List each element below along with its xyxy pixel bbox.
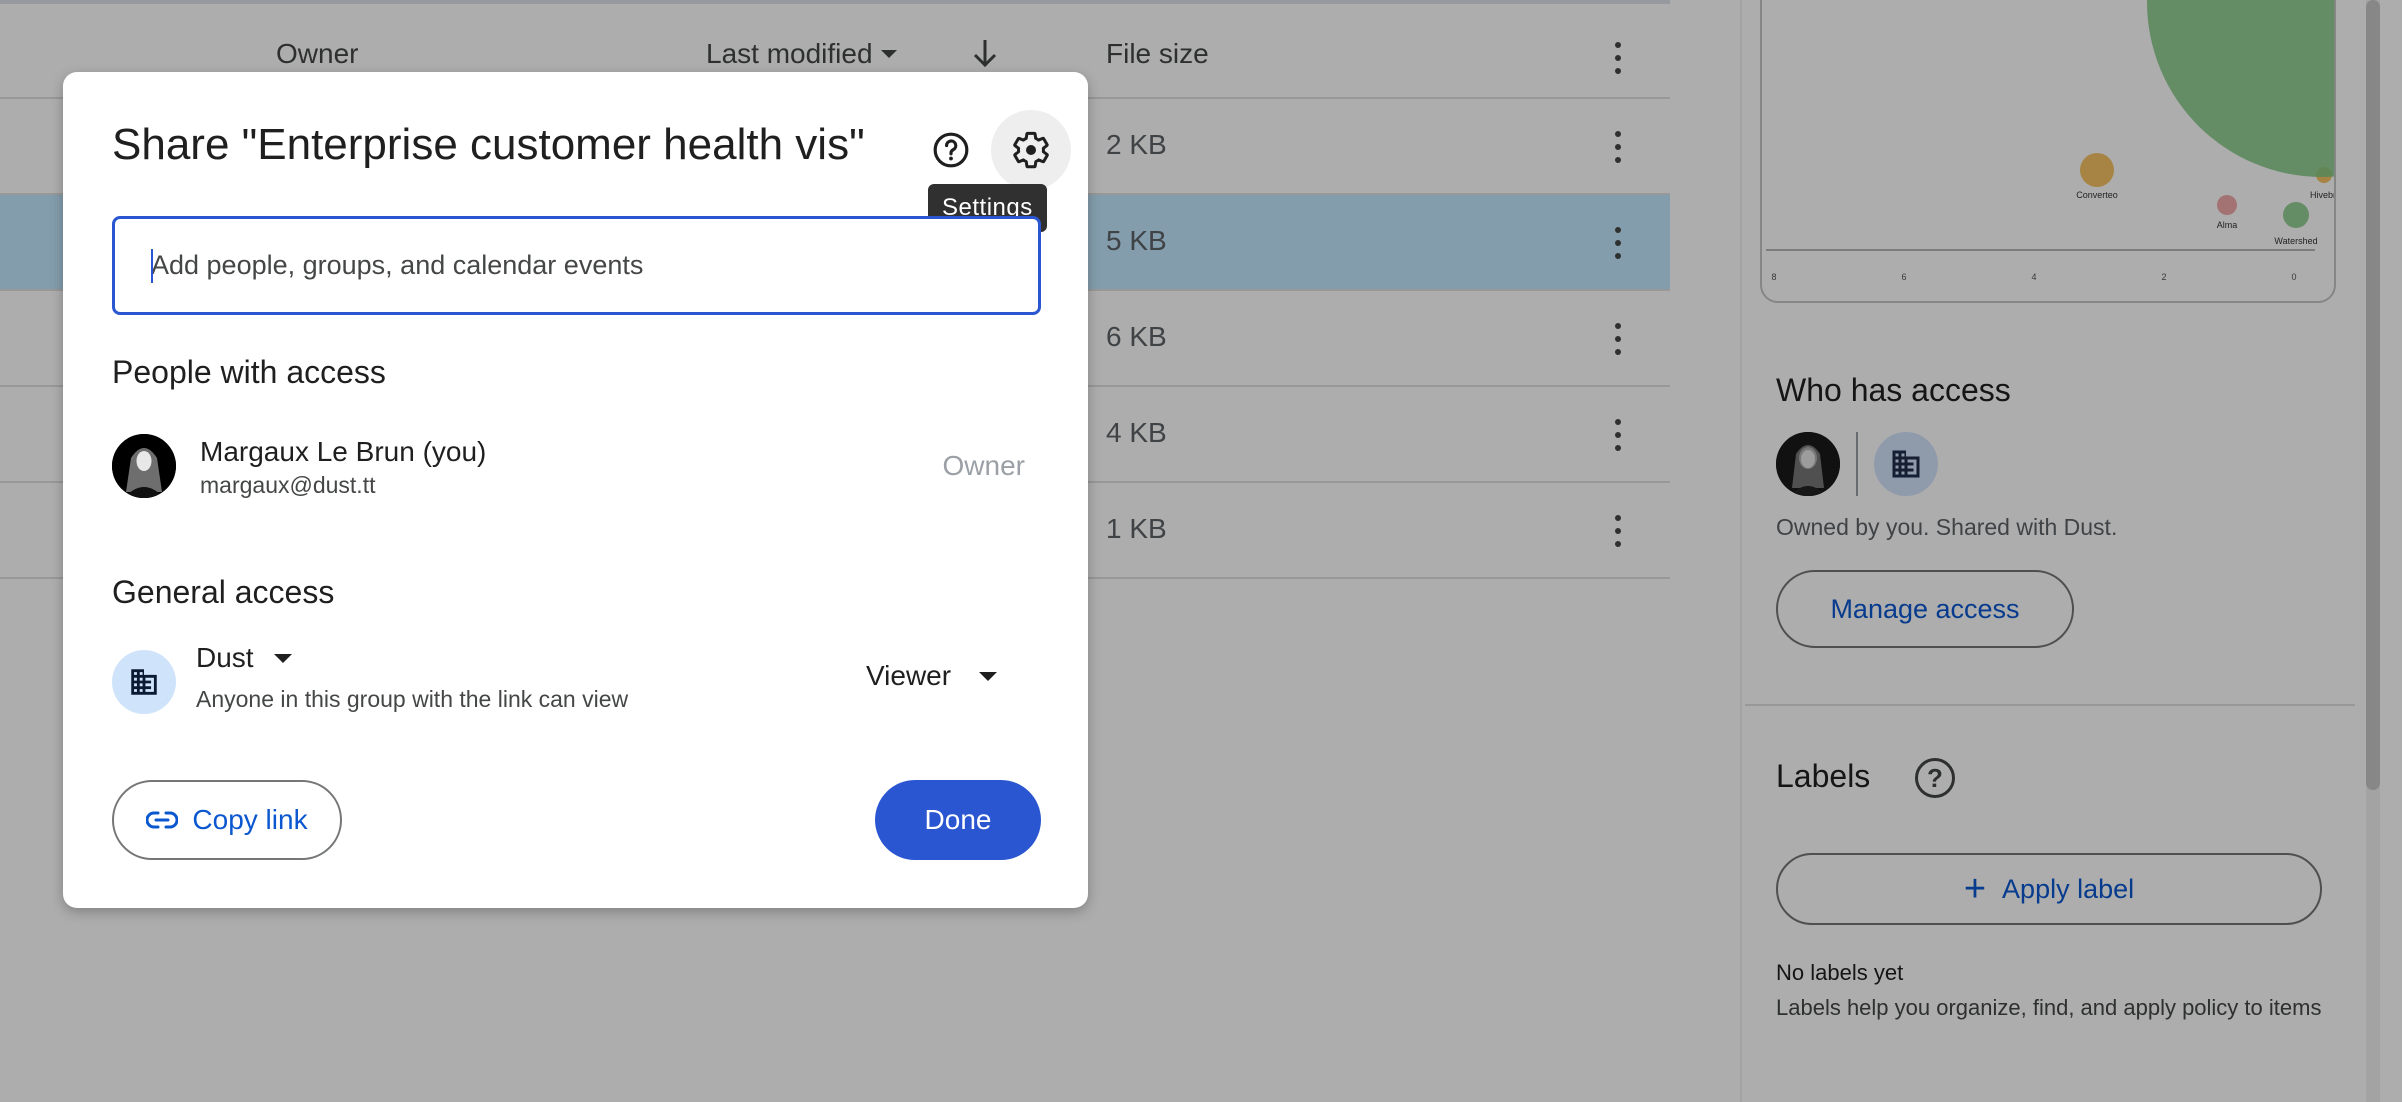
- add-people-field[interactable]: [112, 216, 1041, 315]
- help-button[interactable]: [911, 110, 991, 190]
- general-access-role-select[interactable]: Viewer: [866, 660, 998, 692]
- copy-link-label: Copy link: [192, 804, 308, 835]
- text-caret: [151, 249, 153, 283]
- group-name: Dust: [196, 642, 254, 673]
- caret-down-icon: [273, 653, 292, 663]
- share-dialog: Share "Enterprise customer health vis" S…: [63, 72, 1088, 908]
- people-with-access-title: People with access: [112, 354, 386, 390]
- add-people-input[interactable]: [151, 219, 1011, 312]
- help-circle-icon: [933, 132, 969, 168]
- general-access-group-select[interactable]: Dust: [196, 642, 292, 674]
- copy-link-button[interactable]: Copy link: [112, 780, 342, 860]
- dialog-title: Share "Enterprise customer health vis": [112, 120, 865, 169]
- done-button[interactable]: Done: [875, 780, 1041, 860]
- gear-icon: [1013, 131, 1049, 169]
- person-email: margaux@dust.tt: [200, 472, 376, 498]
- building-icon: [131, 669, 157, 695]
- general-access-description: Anyone in this group with the link can v…: [196, 686, 629, 712]
- general-access-title: General access: [112, 574, 335, 610]
- link-icon: [146, 811, 179, 829]
- general-access-row: Dust Anyone in this group with the link …: [112, 642, 1041, 722]
- role-value: Viewer: [866, 660, 952, 691]
- caret-down-icon: [979, 671, 998, 681]
- person-row: Margaux Le Brun (you) margaux@dust.tt Ow…: [112, 434, 1041, 500]
- person-role: Owner: [942, 450, 1025, 481]
- group-avatar: [112, 650, 176, 714]
- person-avatar: [112, 434, 176, 498]
- person-name: Margaux Le Brun (you): [200, 436, 487, 467]
- settings-button[interactable]: [991, 110, 1071, 190]
